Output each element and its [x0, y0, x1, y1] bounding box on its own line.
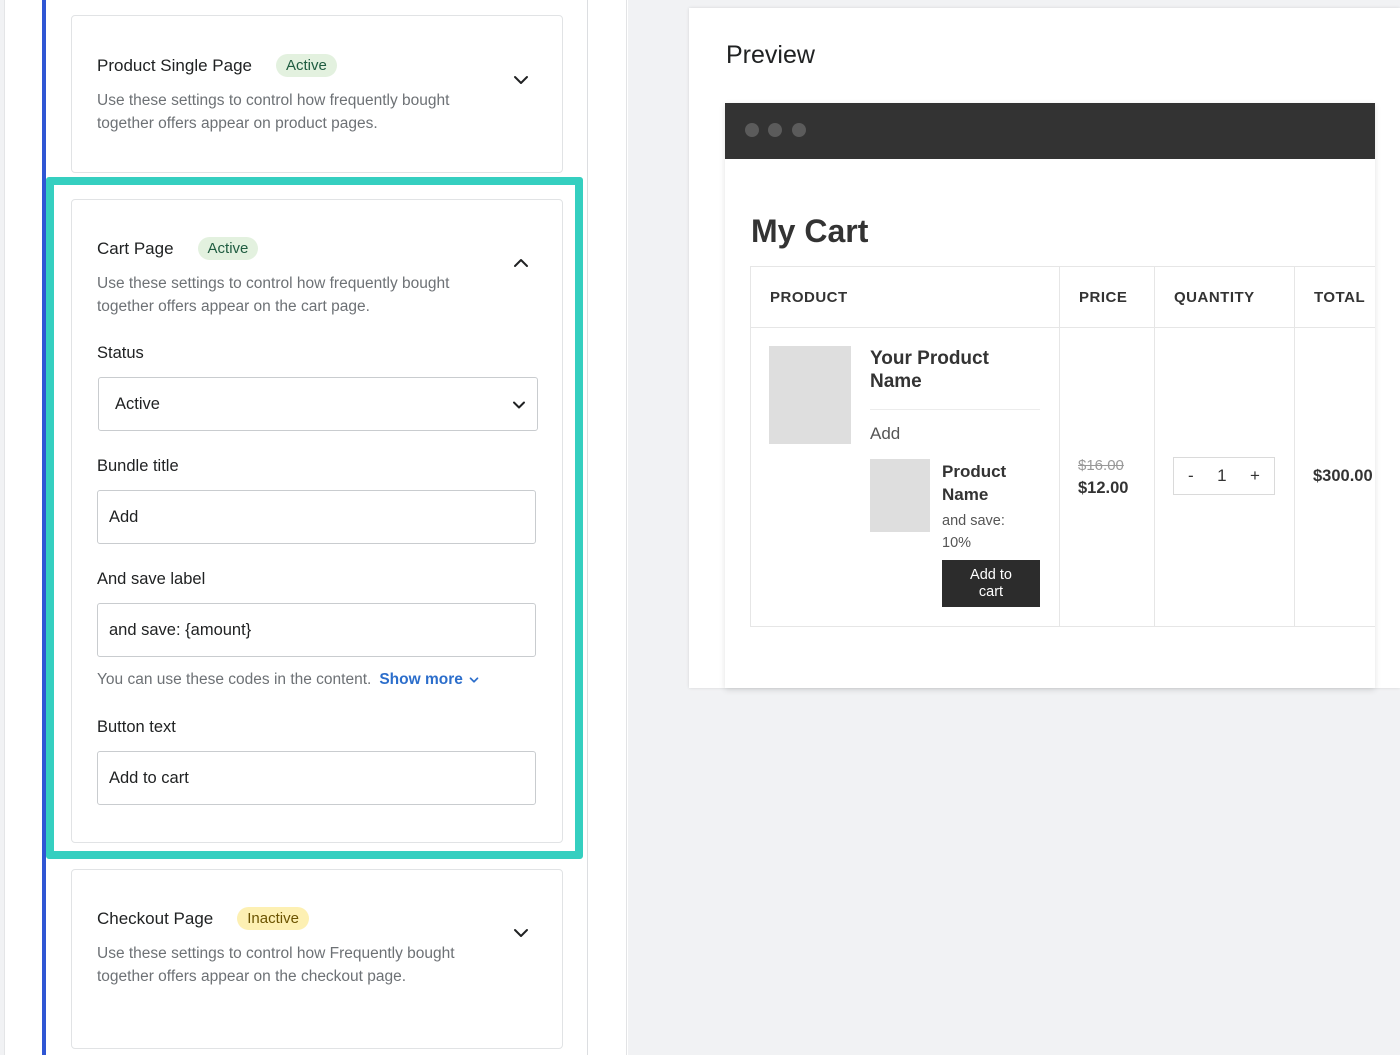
- header-divider: [751, 327, 1375, 328]
- chevron-down-icon[interactable]: [511, 70, 531, 90]
- sale-price: $12.00: [1078, 479, 1129, 497]
- window-dot-icon: [768, 123, 782, 137]
- highlight-frame: [46, 177, 583, 859]
- chevron-down-icon[interactable]: [511, 923, 531, 943]
- preview-title: Preview: [726, 41, 815, 69]
- browser-title-bar: [725, 103, 1375, 159]
- left-edge: [0, 0, 5, 1055]
- column-divider: [1294, 327, 1295, 627]
- add-to-cart-button[interactable]: Add to cart: [942, 560, 1040, 607]
- quantity-increment-button[interactable]: +: [1250, 466, 1260, 486]
- quantity-value: 1: [1217, 466, 1227, 485]
- product-single-status-badge: Active: [276, 54, 337, 77]
- window-dot-icon: [745, 123, 759, 137]
- product-single-description: Use these settings to control how freque…: [97, 92, 450, 132]
- checkout-page-status-badge: Inactive: [237, 907, 309, 930]
- bundle-title-preview: Add: [870, 424, 901, 443]
- window-dot-icon: [792, 123, 806, 137]
- product-divider: [870, 409, 1040, 410]
- gutter-divider: [626, 0, 627, 1055]
- bundle-save-text: and save: 10%: [942, 513, 1005, 551]
- product-single-card[interactable]: Product Single Page Active Use these set…: [71, 15, 563, 173]
- bundle-product-name: Product Name: [942, 462, 1007, 504]
- bundle-product-image-placeholder: [870, 459, 930, 532]
- column-header-price: PRICE: [1060, 267, 1155, 327]
- gutter: [588, 0, 628, 1055]
- column-divider: [1059, 327, 1060, 627]
- column-header-product: PRODUCT: [751, 267, 1060, 327]
- browser-mockup: My Cart PRODUCT PRICE QUANTITY TOTAL You…: [725, 103, 1375, 688]
- line-total: $300.00: [1313, 467, 1373, 485]
- checkout-page-description: Use these settings to control how Freque…: [97, 945, 455, 985]
- checkout-page-card[interactable]: Checkout Page Inactive Use these setting…: [71, 869, 563, 1049]
- column-header-total: TOTAL: [1314, 288, 1366, 306]
- settings-panel: Product Single Page Active Use these set…: [0, 0, 628, 1055]
- preview-panel: Preview My Cart PRODUCT PRICE QUANTITY T…: [689, 8, 1400, 688]
- checkout-page-title: Checkout Page: [97, 908, 214, 928]
- original-price: $16.00: [1078, 457, 1124, 474]
- column-divider: [1154, 327, 1155, 627]
- cart-title: My Cart: [751, 213, 869, 249]
- column-header-quantity: QUANTITY: [1155, 267, 1295, 327]
- product-single-title: Product Single Page: [97, 55, 252, 75]
- quantity-stepper[interactable]: - 1 +: [1173, 457, 1275, 495]
- quantity-decrement-button[interactable]: -: [1188, 466, 1194, 486]
- cart-table: PRODUCT PRICE QUANTITY TOTAL Your Produc…: [750, 266, 1375, 627]
- product-name: Your Product Name: [870, 348, 989, 392]
- product-image-placeholder: [769, 346, 851, 444]
